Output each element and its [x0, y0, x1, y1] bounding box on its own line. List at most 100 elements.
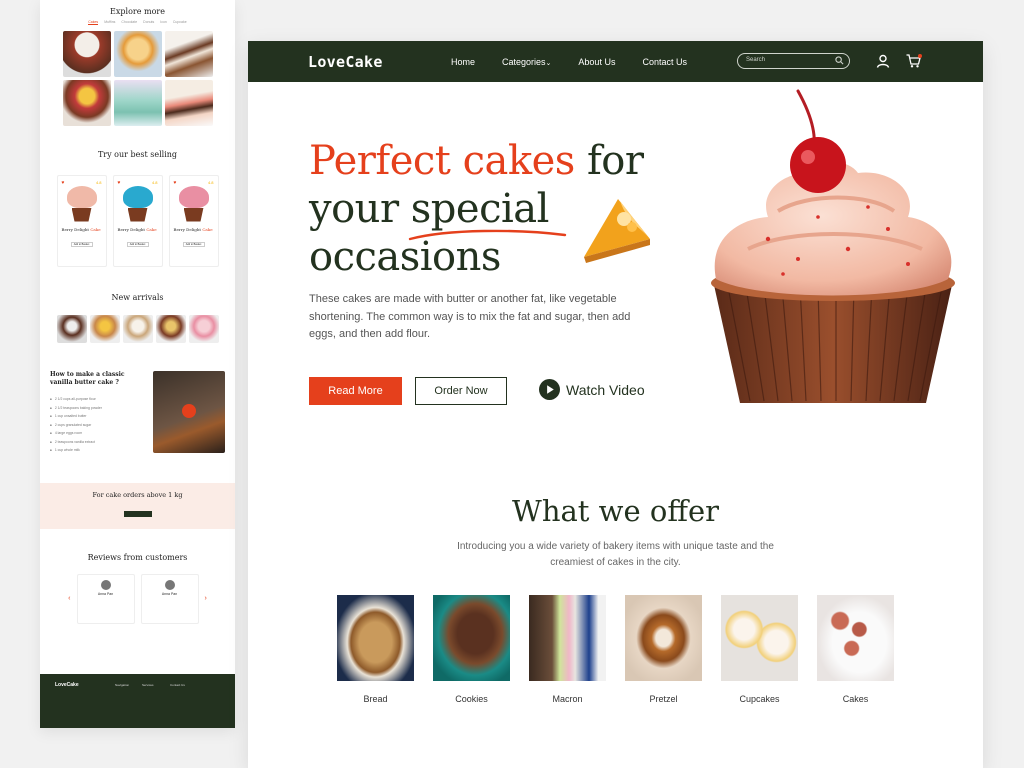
rating: 4.8 [95, 179, 102, 185]
review-card: Anna Pan [140, 573, 199, 624]
review-card: Anna Pan [76, 573, 135, 624]
mini-tab[interactable]: Donuts [143, 20, 154, 25]
mini-reviews-title: Reviews from customers [87, 552, 188, 562]
mini-reviews-row: ‹ Anna Pan Anna Pan › [40, 573, 235, 624]
arrival-photo[interactable] [56, 315, 87, 343]
ingredient: 2 1/2 cups all-purpose flour [50, 395, 145, 404]
ingredient: 1 cup whole milk [50, 446, 145, 455]
pie-slice-illustration [584, 199, 650, 263]
read-more-button[interactable]: Read More [309, 377, 402, 405]
product-card[interactable]: ♥ 4.8 Berry Delight Cake Add to Basket [112, 174, 163, 267]
recipe-video-thumbnail[interactable] [153, 371, 225, 453]
arrival-photo[interactable] [122, 315, 153, 343]
mini-tab[interactable]: Chocolate [121, 20, 137, 25]
ingredient: 1 cup unsalted butter [50, 412, 145, 421]
offer-label: Cookies [455, 694, 488, 704]
nav-home[interactable]: Home [451, 57, 475, 67]
fruit-cake-photo[interactable] [62, 80, 111, 126]
heart-icon[interactable]: ♥ [62, 180, 65, 186]
product-card[interactable]: ♥ 4.8 Berry Delight Cake Add to Basket [56, 174, 107, 267]
mini-promo-banner: For cake orders above 1 kg [40, 482, 235, 529]
heart-icon[interactable]: ♥ [174, 180, 177, 186]
ingredient: 2 cups granulated sugar [50, 421, 145, 430]
watch-video-button[interactable]: Watch Video [539, 379, 645, 400]
mini-best-subtitle [83, 162, 193, 167]
offer-item-cakes[interactable]: Cakes [817, 595, 894, 704]
macron-photo [529, 595, 606, 681]
search-input[interactable]: Search [737, 53, 850, 69]
offer-title: What we offer [512, 494, 719, 528]
nav-categories[interactable]: Categories⌄ [502, 57, 551, 67]
nav-about[interactable]: About Us [578, 57, 615, 67]
reviewer-name: Anna Pan [97, 591, 114, 596]
mini-tab[interactable]: Cakes [88, 20, 99, 25]
product-description [58, 232, 106, 240]
promo-contact-button[interactable] [123, 511, 152, 517]
product-card[interactable]: ♥ 4.8 Berry Delight Cake Add to Basket [168, 174, 219, 267]
footer-logo: LoveCake [55, 682, 79, 688]
cake-photo[interactable] [62, 31, 111, 77]
mini-tab[interactable]: Muffins [104, 20, 115, 25]
play-icon [539, 379, 560, 400]
chevron-right-icon[interactable]: › [205, 595, 207, 602]
offer-item-pretzel[interactable]: Pretzel [625, 595, 702, 704]
cupcake-hero-image [711, 89, 955, 403]
underline-swoosh [408, 229, 567, 241]
mini-explore-title: Explore more [110, 7, 165, 16]
rating: 4.8 [151, 179, 158, 185]
cupcake-image [178, 185, 209, 224]
mini-tab[interactable]: Icon [160, 20, 167, 25]
offer-item-cookies[interactable]: Cookies [433, 595, 510, 704]
heart-icon[interactable]: ♥ [118, 180, 121, 186]
offer-label: Pretzel [649, 694, 678, 704]
offer-label: Cakes [842, 694, 869, 704]
chevron-down-icon: ⌄ [545, 59, 552, 67]
logo[interactable]: LoveCake [308, 53, 383, 71]
mini-footer: LoveCake Navigation Services Contact Us [40, 674, 235, 728]
cupcake-image [66, 185, 97, 224]
cake-slice-photo[interactable] [164, 31, 213, 77]
add-to-basket-button[interactable]: Add to Basket [126, 242, 149, 248]
arrival-photo[interactable] [188, 315, 219, 343]
cookies-photo [433, 595, 510, 681]
cupcake-photo[interactable] [113, 31, 162, 77]
reviewer-name: Anna Pan [161, 591, 178, 596]
product-description [114, 232, 162, 240]
cart-badge [918, 54, 922, 58]
promo-title: For cake orders above 1 kg [92, 490, 183, 499]
offer-label: Cupcakes [739, 694, 780, 704]
offer-label: Bread [363, 694, 388, 704]
recipe-title: How to make a classic vanilla butter cak… [50, 371, 125, 386]
mini-recipe-section: How to make a classic vanilla butter cak… [50, 371, 225, 455]
offer-description: Introducing you a wide variety of bakery… [457, 541, 774, 568]
watch-video-label: Watch Video [566, 381, 645, 398]
cupcake-image [122, 185, 153, 224]
avatar [164, 579, 175, 590]
layer-cake-photo[interactable] [164, 80, 213, 126]
ingredient: 2 teaspoons vanilla extract [50, 438, 145, 447]
user-icon[interactable] [876, 54, 890, 68]
order-now-button[interactable]: Order Now [415, 377, 507, 405]
offer-item-cupcakes[interactable]: Cupcakes [721, 595, 798, 704]
cupcakes-photo [721, 595, 798, 681]
footer-col: Navigation [115, 683, 130, 687]
offer-item-bread[interactable]: Bread [337, 595, 414, 704]
nav-contact[interactable]: Contact Us [642, 57, 687, 67]
mini-tab[interactable]: Cupcake [173, 20, 187, 25]
add-to-basket-button[interactable]: Add to Basket [182, 242, 205, 248]
add-to-basket-button[interactable]: Add to Basket [70, 242, 93, 248]
hero-description: These cakes are made with butter or anot… [309, 293, 631, 340]
offer-item-macron[interactable]: Macron [529, 595, 606, 704]
pretzel-photo [625, 595, 702, 681]
arrival-photo[interactable] [89, 315, 120, 343]
arrival-photo[interactable] [155, 315, 186, 343]
chevron-left-icon[interactable]: ‹ [68, 595, 70, 602]
avatar [100, 579, 111, 590]
mini-explore-tabs: Cakes Muffins Chocolate Donuts Icon Cupc… [40, 20, 235, 25]
drip-cake-photo[interactable] [113, 80, 162, 126]
search-placeholder: Search [746, 57, 766, 63]
mini-best-title: Try our best selling [97, 150, 178, 159]
ingredient: 2 1/2 teaspoons baking powder [50, 404, 145, 413]
product-description [170, 232, 218, 240]
nav-menu: Home Categories⌄ About Us Contact Us [451, 57, 687, 67]
